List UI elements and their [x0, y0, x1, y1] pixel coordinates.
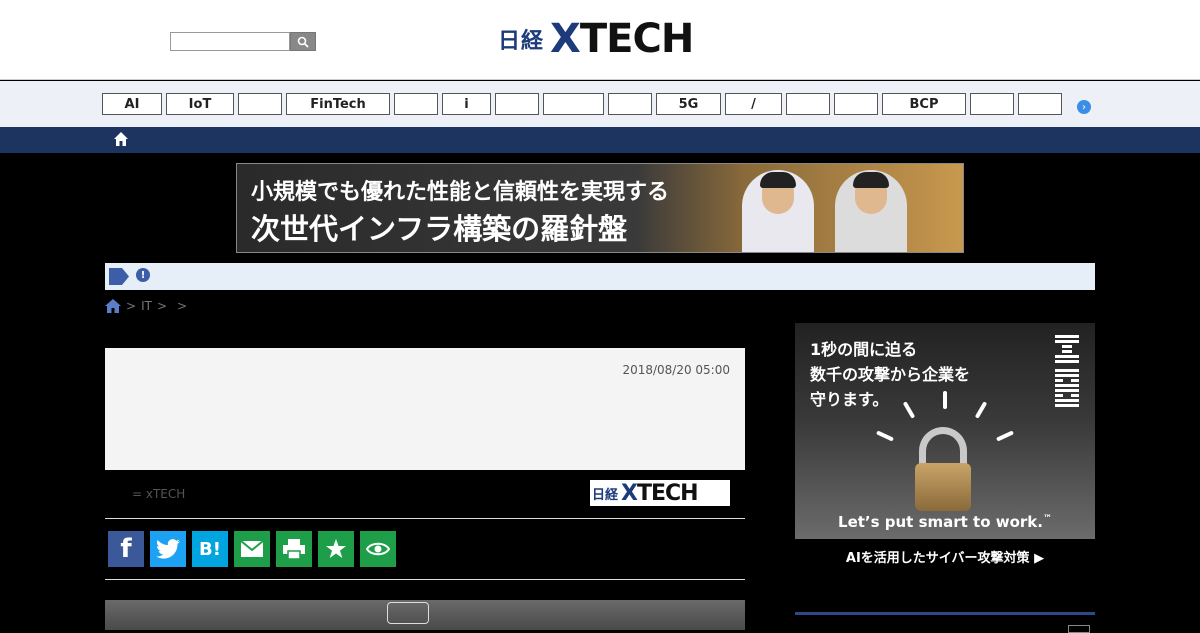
- breadcrumb-separator: >: [156, 299, 167, 313]
- share-mail-button[interactable]: [234, 531, 270, 567]
- banner-line2: 次世代インフラ構築の羅針盤: [251, 212, 628, 246]
- nav-item-16[interactable]: [1018, 93, 1062, 115]
- article-source-logo: 日経 XTECH: [590, 480, 730, 506]
- source-logo-tech: TECH: [636, 480, 699, 506]
- article-header: 2018/08/20 05:00: [105, 348, 745, 470]
- nav-item-iot[interactable]: IoT: [166, 93, 234, 115]
- eye-icon: [366, 542, 390, 556]
- printer-icon: [283, 539, 305, 560]
- light-ray: [943, 391, 947, 409]
- search-input[interactable]: [170, 32, 290, 51]
- banner-person-2: [835, 170, 907, 252]
- side-ad-line3: 守ります。: [810, 390, 889, 409]
- star-icon: [326, 539, 346, 558]
- facebook-icon: f: [120, 534, 132, 564]
- nav-item-i[interactable]: i: [442, 93, 491, 115]
- ibm-logo-icon: [1055, 335, 1079, 407]
- nav-item-slash[interactable]: /: [725, 93, 782, 115]
- divider: [105, 579, 745, 580]
- share-facebook-button[interactable]: f: [108, 531, 144, 567]
- banner-person-1: [742, 170, 814, 252]
- search-button[interactable]: [290, 32, 316, 51]
- trademark-mark: ™: [1042, 514, 1052, 524]
- nav-item-3[interactable]: [238, 93, 282, 115]
- hatena-icon: B!: [199, 538, 221, 560]
- breadcrumb: > IT > >: [105, 298, 192, 314]
- sidebar-mini-icon[interactable]: [1068, 625, 1090, 633]
- nav-item-5[interactable]: [394, 93, 438, 115]
- nav-item-fintech[interactable]: FinTech: [286, 93, 390, 115]
- home-icon[interactable]: [105, 299, 121, 313]
- nav-next-button[interactable]: ›: [1077, 100, 1091, 114]
- logo-x: X: [550, 16, 581, 62]
- logo-tech: TECH: [579, 16, 694, 62]
- breadcrumb-separator: >: [126, 299, 137, 313]
- share-hatena-button[interactable]: B!: [192, 531, 228, 567]
- breadcrumb-separator: >: [177, 299, 188, 313]
- padlock-icon: [915, 463, 971, 511]
- nav-item-ai[interactable]: AI: [102, 93, 162, 115]
- article-date: 2018/08/20 05:00: [622, 363, 730, 377]
- side-ad-tagline-text: Let’s put smart to work.: [838, 513, 1043, 531]
- bookmark-button[interactable]: [318, 531, 354, 567]
- side-ad-cta[interactable]: AIを活用したサイバー攻撃対策 ▶: [795, 539, 1095, 573]
- banner-line1: 小規模でも優れた性能と信頼性を実現する: [251, 179, 670, 205]
- banner-ad[interactable]: 小規模でも優れた性能と信頼性を実現する 次世代インフラ構築の羅針盤: [236, 163, 964, 253]
- photo-frame: [387, 602, 429, 624]
- print-button[interactable]: [276, 531, 312, 567]
- logo-xtech: XTECH: [550, 16, 694, 62]
- home-icon[interactable]: [113, 131, 129, 147]
- light-ray: [875, 430, 895, 442]
- light-ray: [902, 401, 916, 419]
- mail-icon: [240, 540, 264, 557]
- nav-item-13[interactable]: [834, 93, 878, 115]
- side-ad-line2: 数千の攻撃から企業を: [810, 365, 971, 384]
- sidebar-section-rule: [795, 612, 1095, 615]
- source-logo-jp: 日経: [592, 487, 619, 503]
- share-twitter-button[interactable]: [150, 531, 186, 567]
- source-logo-xtech: XTECH: [621, 480, 699, 506]
- twitter-icon: [156, 539, 180, 559]
- chevron-right-icon: ›: [1082, 101, 1086, 113]
- article-photo: [105, 600, 745, 630]
- site-logo[interactable]: 日経 XTECH: [498, 16, 694, 62]
- nav-item-7[interactable]: [495, 93, 539, 115]
- side-ad-tagline: Let’s put smart to work.™: [795, 513, 1095, 531]
- info-bar: [105, 263, 1095, 290]
- logo-jp: 日経: [498, 29, 545, 54]
- divider: [105, 518, 745, 519]
- nav-item-12[interactable]: [786, 93, 830, 115]
- side-ad-line1: 1秒の間に迫る: [810, 340, 918, 359]
- side-ad[interactable]: 1秒の間に迫る 数千の攻撃から企業を 守ります。 Let’s put smart…: [795, 323, 1095, 573]
- nav-item-5g[interactable]: 5G: [656, 93, 721, 115]
- source-logo-x: X: [621, 480, 638, 506]
- alert-icon[interactable]: !: [136, 268, 150, 282]
- search-icon: [297, 36, 309, 48]
- nav-item-8[interactable]: [543, 93, 604, 115]
- nav-item-bcp[interactable]: BCP: [882, 93, 966, 115]
- breadcrumb-item-it[interactable]: IT: [141, 299, 152, 313]
- nav-item-15[interactable]: [970, 93, 1014, 115]
- light-ray: [974, 401, 988, 419]
- light-ray: [995, 430, 1015, 442]
- article-credit: = xTECH: [132, 487, 186, 501]
- watch-button[interactable]: [360, 531, 396, 567]
- sub-nav-bar: [0, 127, 1200, 153]
- nav-item-9[interactable]: [608, 93, 652, 115]
